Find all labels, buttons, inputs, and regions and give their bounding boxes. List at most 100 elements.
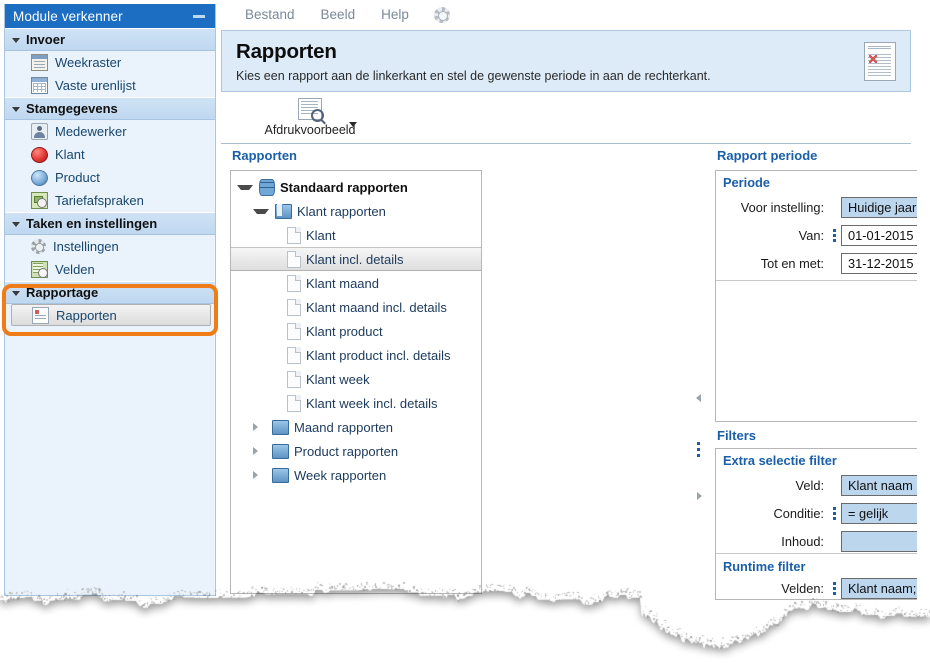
caret-down-icon[interactable] (349, 122, 357, 127)
gear-icon[interactable] (433, 6, 450, 23)
voor-instelling-value: Huidige jaar (848, 200, 917, 215)
folder-icon (272, 419, 289, 435)
tree-item-label: Klant week incl. details (306, 395, 438, 411)
report-icon (32, 306, 49, 324)
velden-value: Klant naam; Uren datum (848, 581, 917, 596)
print-preview-icon (298, 98, 324, 122)
person-icon (31, 123, 48, 140)
tree-item[interactable]: Klant week incl. details (231, 391, 481, 415)
inhoud-label: Inhoud: (781, 534, 824, 549)
pane-splitter[interactable] (693, 148, 706, 600)
reports-tree[interactable]: Standaard rapporten Klant rapporten Klant K… (230, 170, 482, 594)
afdrukvoorbeeld-button[interactable]: Afdrukvoorbeeld (255, 98, 365, 137)
triangle-down-icon[interactable] (237, 184, 253, 190)
veld-select[interactable]: Klant naam (841, 475, 917, 496)
sidebar-item-klant[interactable]: Klant (5, 143, 215, 166)
triangle-down-icon (12, 222, 20, 227)
grip-dots-icon[interactable] (830, 507, 838, 520)
conditie-value: = gelijk (848, 506, 889, 521)
module-explorer-header: Module verkenner (5, 4, 215, 28)
sidebar-group-taken-en-instellingen[interactable]: Taken en instellingen (5, 212, 215, 235)
page-subtitle: Kies een rapport aan de linkerkant en st… (236, 68, 711, 83)
tree-item[interactable]: Standaard rapporten (231, 175, 481, 199)
filters-pane-caption: Filters (717, 428, 757, 443)
tree-item[interactable]: Klant maand (231, 271, 481, 295)
page-icon (287, 226, 301, 244)
tree-item-label: Product rapporten (294, 443, 399, 459)
field-row-tot-en-met: Tot en met: 31-12-2015 (716, 251, 917, 276)
sidebar-item-vaste-urenlijst[interactable]: Vaste urenlijst (5, 74, 215, 97)
tree-item[interactable]: Klant product incl. details (231, 343, 481, 367)
triangle-right-icon[interactable] (253, 471, 266, 479)
tree-item-label: Klant rapporten (297, 203, 386, 219)
module-explorer-panel: Module verkenner Invoer Weekraster Vaste u… (4, 4, 216, 596)
minimize-icon[interactable] (193, 14, 205, 18)
calendar-icon (31, 54, 48, 71)
sidebar-item-instellingen[interactable]: Instellingen (5, 235, 215, 258)
grip-dots-icon (830, 479, 838, 492)
grip-dots-icon[interactable] (830, 229, 838, 242)
tree-item[interactable]: Klant incl. details (231, 247, 481, 271)
fields-icon (31, 261, 48, 278)
sidebar-item-weekraster[interactable]: Weekraster (5, 51, 215, 74)
application-window: Module verkenner Invoer Weekraster Vaste u… (0, 0, 917, 600)
grip-dots-icon (830, 535, 838, 548)
extra-selectie-filter-title: Extra selectie filter (723, 453, 837, 468)
sidebar-item-tariefafspraken[interactable]: Tariefafspraken (5, 189, 215, 212)
tree-item[interactable]: Maand rapporten (231, 415, 481, 439)
sidebar-item-velden[interactable]: Velden (5, 258, 215, 281)
menu-item-bestand[interactable]: Bestand (232, 0, 308, 29)
field-row-conditie: Conditie: = gelijk (716, 501, 917, 526)
work-area: Bestand Beeld Help Rapporten Kies een ra… (217, 0, 917, 600)
tree-item[interactable]: Klant product (231, 319, 481, 343)
menu-item-help[interactable]: Help (368, 0, 422, 29)
tree-item[interactable]: Klant rapporten (231, 199, 481, 223)
sidebar-group-invoer[interactable]: Invoer (5, 28, 215, 51)
inhoud-input[interactable] (841, 531, 917, 552)
triangle-left-icon[interactable] (696, 394, 701, 402)
sidebar-item-rapporten[interactable]: Rapporten (11, 304, 211, 326)
sidebar-item-medewerker[interactable]: Medewerker (5, 120, 215, 143)
grip-dots-icon (830, 201, 838, 214)
sidebar-item-label: Velden (55, 262, 95, 277)
sidebar-item-label: Weekraster (55, 55, 122, 70)
grid-icon (31, 77, 48, 94)
tot-en-met-label: Tot en met: (760, 256, 824, 271)
grip-dots-icon[interactable] (830, 582, 838, 595)
grip-dots-icon[interactable] (697, 442, 700, 460)
menu-bar: Bestand Beeld Help (217, 0, 917, 29)
module-explorer-title: Module verkenner (13, 8, 123, 24)
tree-item[interactable]: Klant week (231, 367, 481, 391)
triangle-right-icon[interactable] (253, 447, 266, 455)
page-icon (287, 322, 301, 340)
voor-instelling-select[interactable]: Huidige jaar (841, 197, 917, 218)
sidebar-group-stamgegevens[interactable]: Stamgegevens (5, 97, 215, 120)
sidebar-group-rapportage[interactable]: Rapportage (5, 281, 215, 304)
tree-item[interactable]: Klant (231, 223, 481, 247)
page-banner: Rapporten Kies een rapport aan de linker… (221, 30, 911, 92)
conditie-select[interactable]: = gelijk (841, 503, 917, 524)
triangle-down-icon (12, 38, 20, 43)
tree-item[interactable]: Product rapporten (231, 439, 481, 463)
tree-item[interactable]: Klant maand incl. details (231, 295, 481, 319)
period-group: Periode Voor instelling: Huidige jaar Va… (715, 170, 917, 422)
tree-item-label: Klant maand (306, 275, 379, 291)
sidebar-item-label: Tariefafspraken (55, 193, 144, 208)
sidebar-group-label: Invoer (26, 32, 66, 47)
triangle-down-icon (12, 107, 20, 112)
velden-select[interactable]: Klant naam; Uren datum (841, 578, 917, 599)
page-icon (287, 274, 301, 292)
van-date-select[interactable]: 01-01-2015 (841, 225, 917, 246)
conditie-label: Conditie: (773, 506, 824, 521)
triangle-down-icon[interactable] (253, 208, 269, 214)
sidebar-item-product[interactable]: Product (5, 166, 215, 189)
report-document-icon (864, 41, 896, 81)
tree-item[interactable]: Week rapporten (231, 463, 481, 487)
tree-item-label: Klant product incl. details (306, 347, 451, 363)
triangle-right-icon[interactable] (697, 492, 702, 500)
tot-en-met-date-select[interactable]: 31-12-2015 (841, 253, 917, 274)
triangle-right-icon[interactable] (253, 423, 266, 431)
tree-item-label: Klant incl. details (306, 251, 404, 267)
filters-group: Extra selectie filter Veld: Klant naam C… (715, 448, 917, 600)
menu-item-beeld[interactable]: Beeld (308, 0, 369, 29)
